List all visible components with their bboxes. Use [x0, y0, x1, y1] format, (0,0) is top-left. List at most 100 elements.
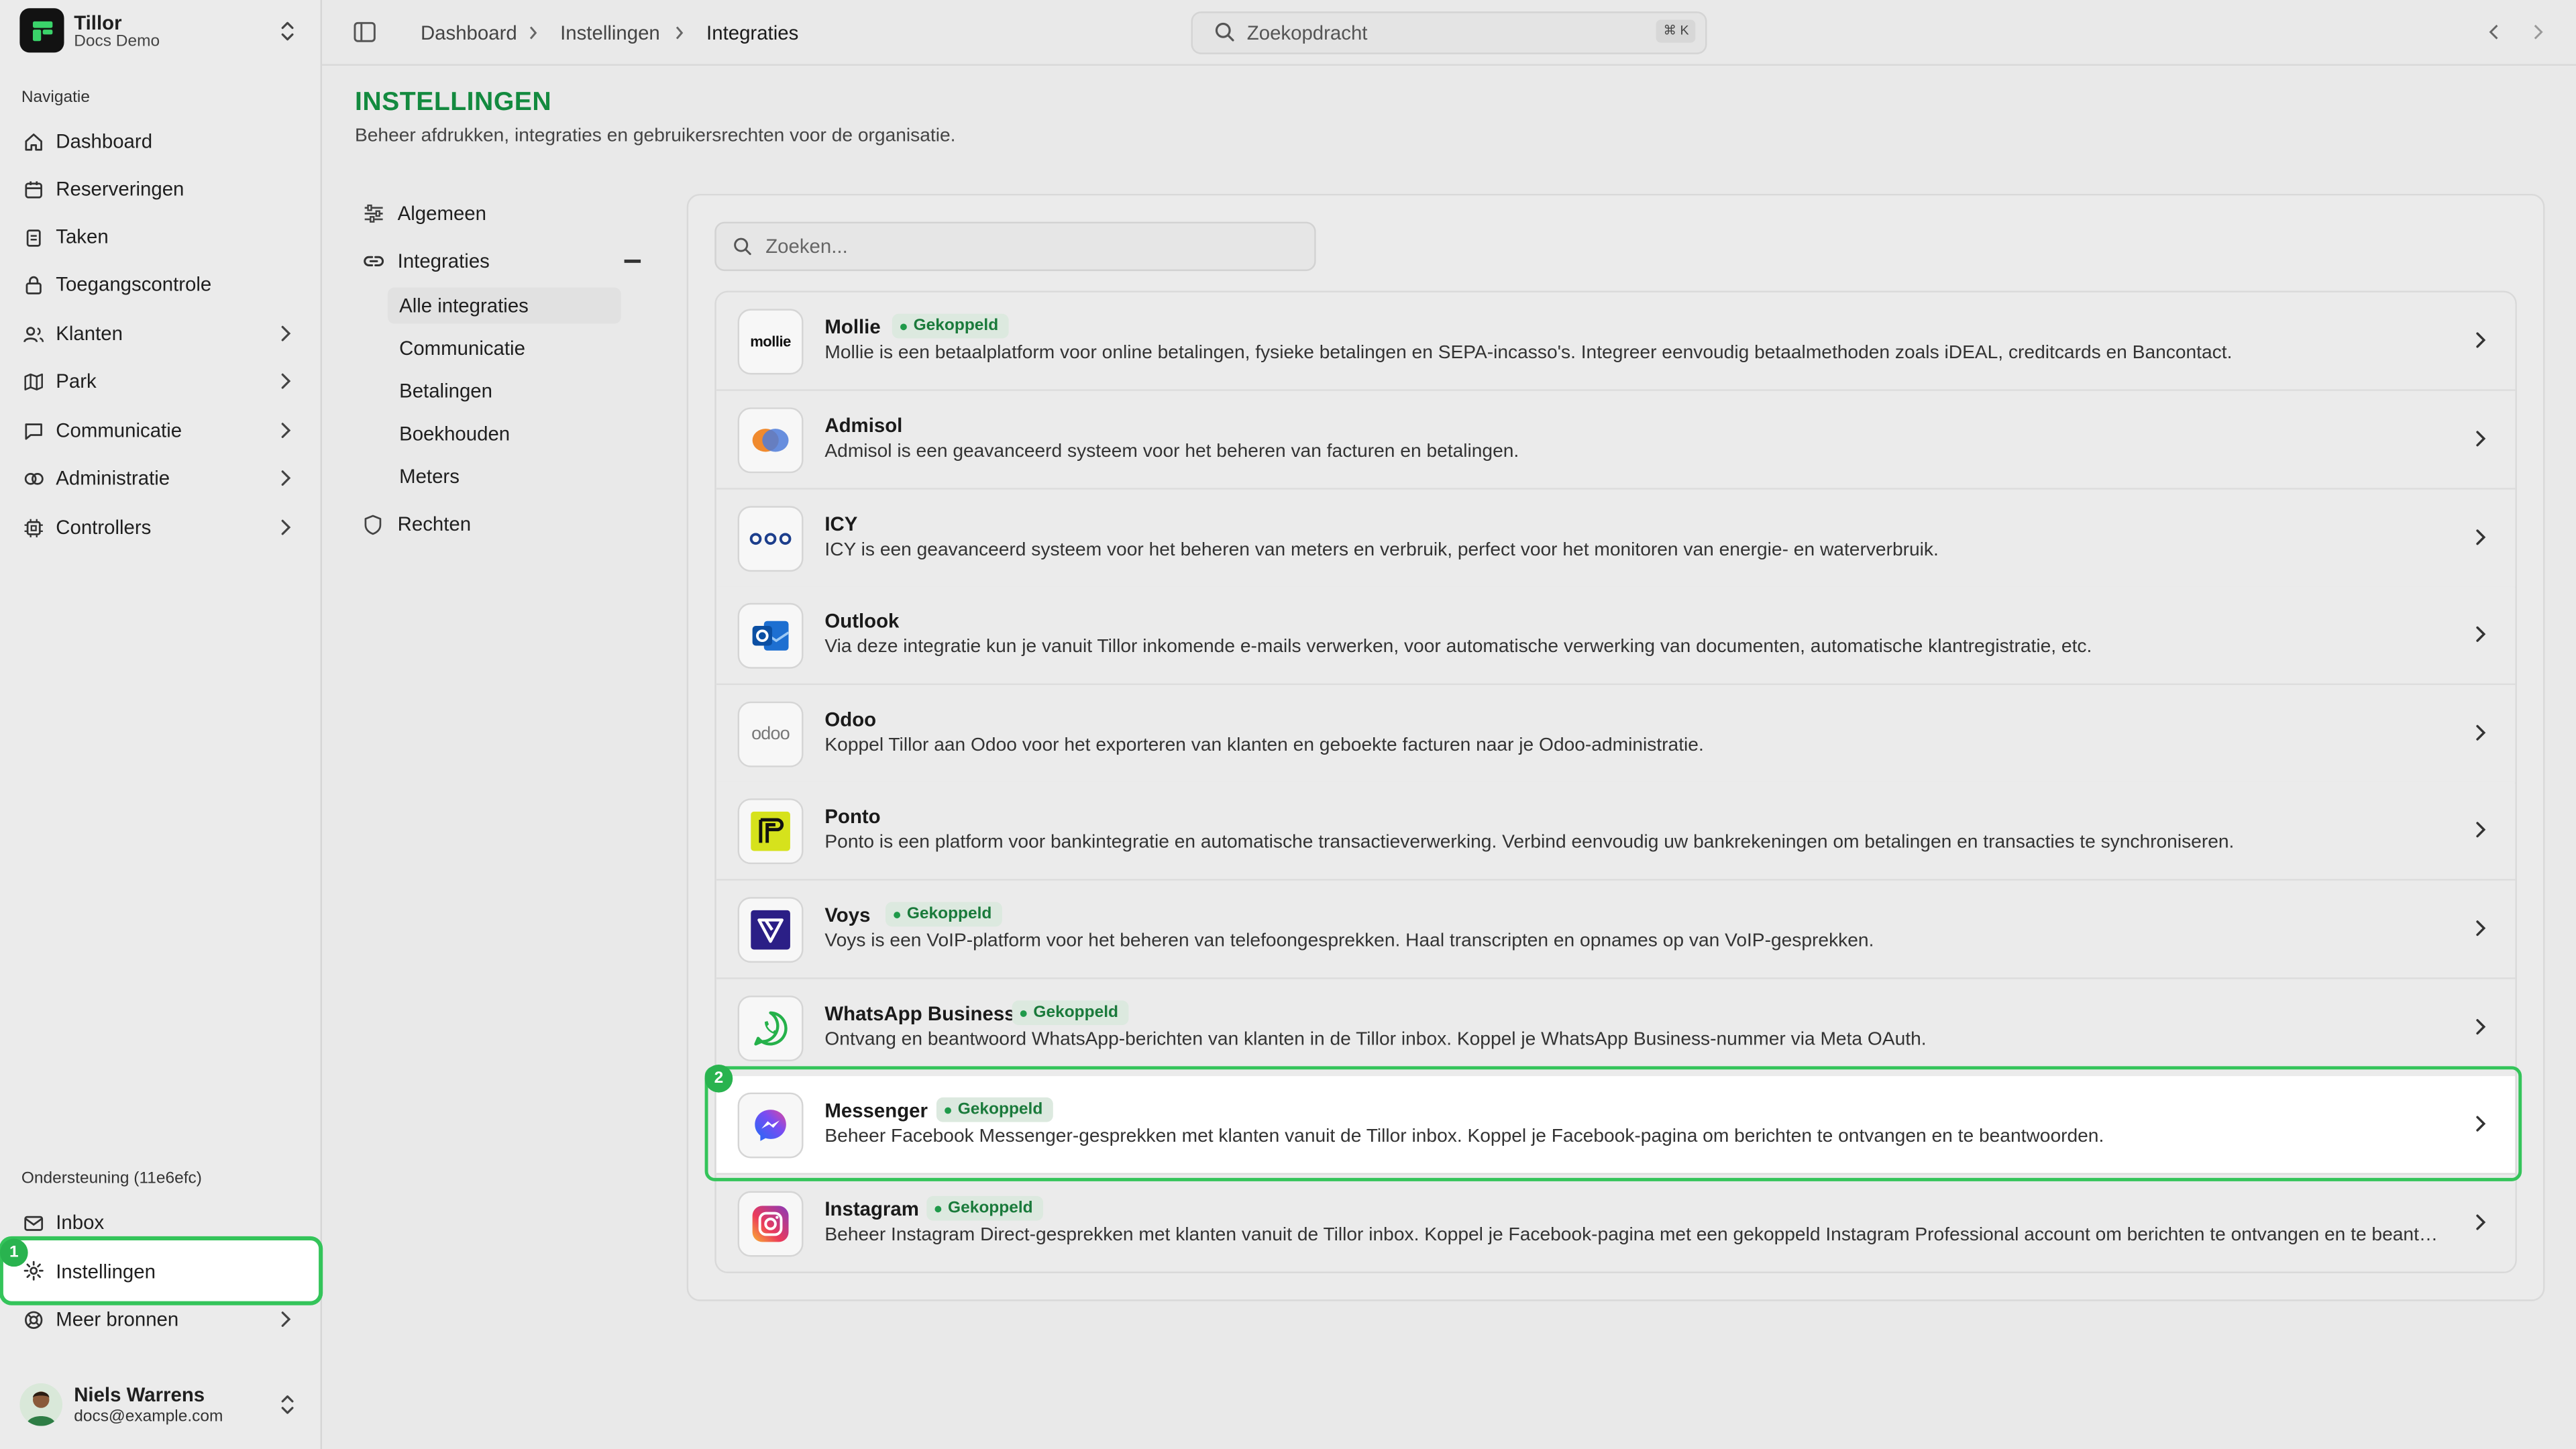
chevron-right-icon: [2474, 625, 2487, 644]
chevron-right-icon: [279, 323, 292, 343]
sidebar-item-taken[interactable]: Taken: [13, 215, 309, 258]
voys-logo: [737, 897, 804, 963]
chevron-right-icon: [2474, 330, 2487, 350]
sidebar-item-reserveringen[interactable]: Reserveringen: [13, 168, 309, 211]
connected-badge: Gekoppeld: [892, 313, 1008, 339]
integration-row-messenger[interactable]: Messenger Gekoppeld Beheer Facebook Mess…: [716, 1076, 2516, 1175]
avatar[interactable]: [19, 1383, 63, 1426]
step-badge-2: 2: [704, 1064, 733, 1093]
settings-subnav-alle-integraties[interactable]: Alle integraties: [387, 287, 621, 324]
search-placeholder: Zoekopdracht: [1246, 21, 1368, 45]
sidebar-item-label: Reserveringen: [56, 177, 184, 201]
sidebar-item-inbox[interactable]: Inbox: [13, 1201, 309, 1244]
integration-description: Ponto is een platform voor bankintegrati…: [824, 833, 2235, 853]
settings-nav-label: Integraties: [397, 250, 490, 273]
chevron-right-icon: [2474, 1114, 2487, 1133]
sidebar-item-communicatie[interactable]: Communicatie: [13, 409, 309, 452]
mollie-logo: mollie: [737, 309, 804, 375]
sidebar-item-administratie[interactable]: Administratie: [13, 457, 309, 500]
sidebar-item-label: Inbox: [56, 1210, 105, 1234]
shield-icon: [363, 513, 386, 535]
integration-row-icy[interactable]: ICY ICY is een geavanceerd systeem voor …: [716, 489, 2516, 588]
app-name: Tillor: [74, 11, 122, 35]
sidebar-item-label: Communicatie: [56, 419, 182, 442]
sidebar: Tillor Docs Demo Navigatie Dashboard Res…: [0, 0, 323, 1449]
integration-name: WhatsApp Business: [824, 1002, 1016, 1026]
map-icon: [21, 370, 44, 392]
sidebar-item-instellingen[interactable]: Instellingen: [3, 1240, 319, 1301]
settings-nav-label: Rechten: [397, 513, 472, 536]
integration-description: Via deze integratie kun je vanuit Tillor…: [824, 637, 2092, 657]
breadcrumb-instellingen[interactable]: Instellingen: [560, 21, 660, 44]
settings-nav-algemeen[interactable]: Algemeen: [363, 195, 642, 231]
chevron-right-icon: [279, 468, 292, 488]
settings-nav-label: Algemeen: [397, 202, 487, 225]
integration-row-whatsapp[interactable]: WhatsApp Business Gekoppeld Ontvang en b…: [716, 979, 2516, 1078]
sidebar-item-dashboard[interactable]: Dashboard: [13, 120, 309, 163]
users-icon: [21, 322, 44, 345]
instagram-logo: [737, 1191, 804, 1257]
back-icon[interactable]: [2487, 23, 2501, 41]
step-badge-1: 1: [0, 1238, 28, 1267]
tillor-logo[interactable]: [19, 8, 64, 53]
link-icon: [363, 252, 386, 271]
sidebar-item-label: Park: [56, 370, 97, 393]
integration-description: Mollie is een betaalplatform voor online…: [824, 343, 2233, 364]
sidebar-item-label: Meer bronnen: [56, 1307, 179, 1331]
settings-subnav-communicatie[interactable]: Communicatie: [388, 330, 621, 366]
integration-description: Beheer Facebook Messenger-gesprekken met…: [824, 1127, 2104, 1147]
admisol-logo: [737, 407, 804, 474]
global-search-input[interactable]: Zoekopdracht ⌘ K: [1191, 11, 1707, 54]
breadcrumb-integraties: Integraties: [706, 21, 799, 45]
workspace-name: Docs Demo: [74, 32, 160, 51]
user-email: docs@example.com: [74, 1407, 223, 1426]
integration-name: Mollie: [824, 315, 881, 339]
sidebar-item-controllers[interactable]: Controllers: [13, 506, 309, 549]
integration-row-outlook[interactable]: Outlook Via deze integratie kun je vanui…: [716, 586, 2516, 686]
integration-name: ICY: [824, 513, 858, 536]
support-section-label: Ondersteuning (11e6efc): [21, 1169, 202, 1188]
sidebar-item-park[interactable]: Park: [13, 360, 309, 402]
coins-icon: [21, 467, 44, 490]
integration-row-ponto[interactable]: Ponto Ponto is een platform voor bankint…: [716, 782, 2516, 881]
settings-nav-rechten[interactable]: Rechten: [363, 506, 642, 542]
lifebuoy-icon: [21, 1307, 44, 1330]
chevron-right-icon: [279, 1309, 292, 1329]
sidebar-item-label: Klanten: [56, 322, 123, 345]
sidebar-toggle-icon[interactable]: [354, 21, 376, 43]
integration-row-mollie[interactable]: mollie Mollie Gekoppeld Mollie is een be…: [716, 292, 2516, 391]
forward-icon[interactable]: [2532, 23, 2545, 41]
search-shortcut: ⌘ K: [1656, 19, 1696, 43]
ponto-logo: [737, 798, 804, 865]
integration-name: Odoo: [824, 708, 877, 731]
inbox-icon: [21, 1211, 44, 1234]
integrations-search-input[interactable]: Zoeken...: [714, 221, 1316, 272]
integration-row-admisol[interactable]: Admisol Admisol is een geavanceerd syste…: [716, 390, 2516, 490]
chevron-right-icon: [2474, 723, 2487, 743]
settings-subnav-meters[interactable]: Meters: [388, 458, 621, 494]
integration-name: Instagram: [824, 1197, 919, 1221]
workspace-switch-icon[interactable]: [278, 19, 297, 42]
integration-description: Koppel Tillor aan Odoo voor het exporter…: [824, 736, 1704, 756]
lock-icon: [21, 273, 44, 296]
settings-subnav-betalingen[interactable]: Betalingen: [388, 373, 621, 409]
connected-badge: Gekoppeld: [885, 902, 1002, 927]
integration-row-voys[interactable]: Voys Gekoppeld Voys is een VoIP-platform…: [716, 880, 2516, 979]
outlook-logo: [737, 602, 804, 669]
breadcrumb-dashboard[interactable]: Dashboard: [421, 21, 517, 44]
nav-section-label: Navigatie: [21, 89, 90, 107]
connected-badge: Gekoppeld: [1012, 1000, 1128, 1026]
settings-nav-integraties[interactable]: Integraties: [363, 243, 642, 279]
sidebar-item-toegangscontrole[interactable]: Toegangscontrole: [13, 263, 309, 306]
page-subtitle: Beheer afdrukken, integraties en gebruik…: [354, 126, 956, 146]
settings-subnav-boekhouden[interactable]: Boekhouden: [388, 416, 621, 452]
integration-description: Voys is een VoIP-platform voor het beher…: [824, 931, 1874, 951]
integration-row-instagram[interactable]: Instagram Gekoppeld Beheer Instagram Dir…: [716, 1175, 2516, 1272]
user-menu-icon[interactable]: [278, 1393, 297, 1416]
sidebar-item-label: Controllers: [56, 515, 152, 539]
integration-row-odoo[interactable]: odoo Odoo Koppel Tillor aan Odoo voor he…: [716, 685, 2516, 784]
collapse-icon[interactable]: [624, 259, 641, 262]
sidebar-item-meer-bronnen[interactable]: Meer bronnen: [13, 1298, 309, 1341]
sidebar-item-klanten[interactable]: Klanten: [13, 312, 309, 355]
integration-name: Voys: [824, 903, 871, 927]
